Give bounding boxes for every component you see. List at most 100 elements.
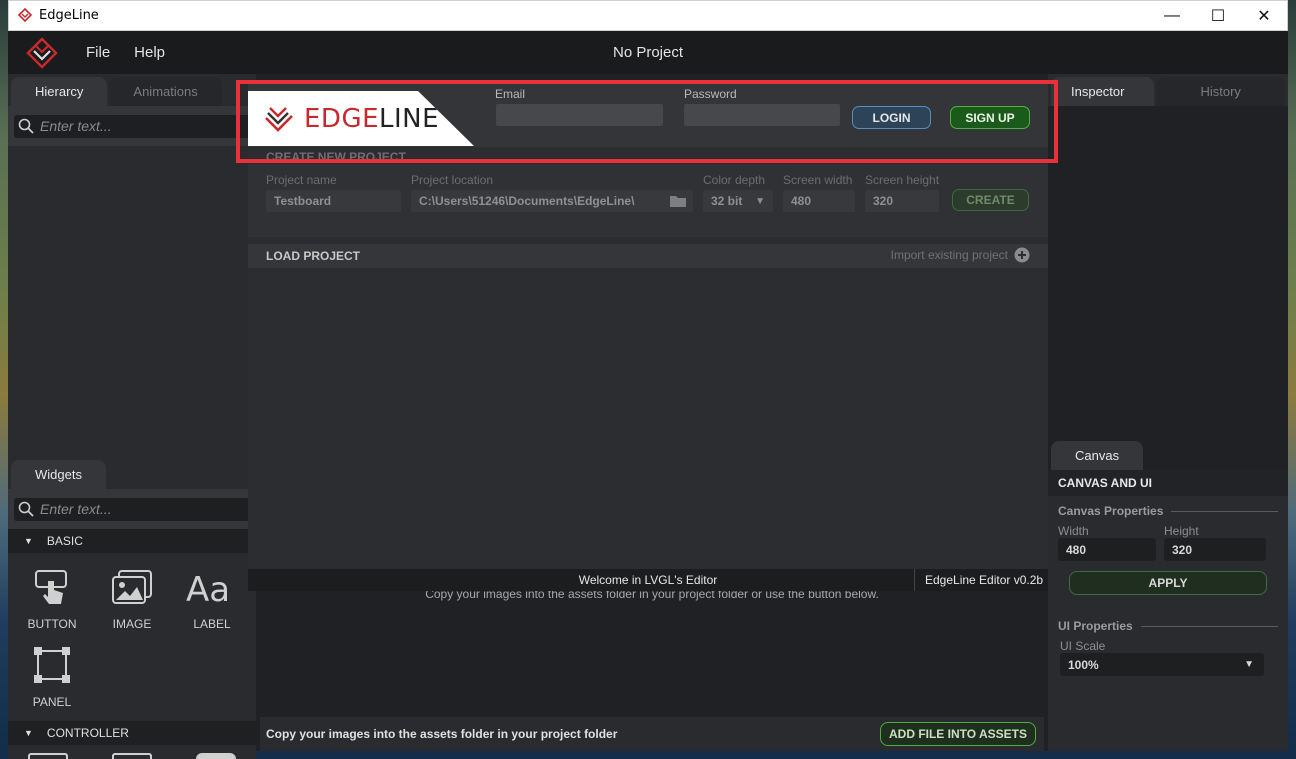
tab-animations[interactable]: Animations xyxy=(109,77,222,106)
widget-button-label: BUTTON xyxy=(27,617,77,631)
load-project-row: LOAD PROJECT Import existing project xyxy=(248,244,1048,268)
login-bar: EDGELINE Email Password LOGIN SIGN UP xyxy=(248,80,1048,147)
create-button[interactable]: CREATE xyxy=(952,189,1029,211)
tab-inspector[interactable]: Inspector xyxy=(1051,77,1155,106)
switch-widget-icon[interactable] xyxy=(196,753,236,759)
project-name-input[interactable]: Testboard xyxy=(266,190,401,212)
chevron-down-icon: ▼ xyxy=(1244,659,1254,670)
ui-properties-label: UI Properties xyxy=(1058,619,1133,633)
widget-image-label: IMAGE xyxy=(112,617,152,631)
svg-text:Aa: Aa xyxy=(186,570,230,607)
add-file-into-assets-button[interactable]: ADD FILE INTO ASSETS xyxy=(879,722,1036,746)
screen-width-label: Screen width xyxy=(783,173,853,187)
project-location-value: C:\Users\51246\Documents\EdgeLine\ xyxy=(419,194,635,208)
screen-width-input[interactable]: 480 xyxy=(783,190,855,212)
menu-help[interactable]: Help xyxy=(134,44,165,61)
height-field[interactable]: 320 xyxy=(1164,538,1266,561)
width-label: Width xyxy=(1058,524,1089,538)
ui-scale-select[interactable]: 100% ▼ xyxy=(1060,653,1264,676)
tab-hierarchy[interactable]: Hierarcy xyxy=(11,77,108,106)
basic-widget-grid: BUTTON IMAGE Aa LABEL PANEL xyxy=(8,553,256,721)
menu-file[interactable]: File xyxy=(86,44,110,61)
category-controller-label: CONTROLLER xyxy=(46,726,129,740)
color-depth-value: 32 bit xyxy=(711,194,743,208)
assets-panel: Copy your images into the assets folder … xyxy=(260,587,1044,751)
import-link-label: Import existing project xyxy=(890,248,1008,262)
triangle-down-icon: ▼ xyxy=(24,536,33,546)
checkbox-widget-icon[interactable] xyxy=(28,753,68,759)
canvas-properties-section: Canvas Properties xyxy=(1048,496,1288,520)
load-project-title: LOAD PROJECT xyxy=(266,249,361,263)
window-titlebar: EdgeLine — ☐ ✕ xyxy=(8,0,1288,31)
chevron-down-icon: ▼ xyxy=(755,195,765,207)
brand-line: LINE xyxy=(379,103,440,134)
project-name: No Project xyxy=(612,44,684,61)
canvas-tabbar: Canvas xyxy=(1048,440,1288,470)
password-label: Password xyxy=(684,87,737,101)
dropdown-widget-icon[interactable] xyxy=(112,753,152,759)
plus-circle-icon xyxy=(1014,247,1030,263)
edgeline-brand: EDGELINE xyxy=(248,91,474,146)
tab-history[interactable]: History xyxy=(1156,77,1285,106)
hierarchy-search-input[interactable]: Enter text... xyxy=(14,114,250,138)
width-field[interactable]: 480 xyxy=(1058,538,1156,561)
widget-panel[interactable]: PANEL xyxy=(12,637,92,715)
project-location-input[interactable]: C:\Users\51246\Documents\EdgeLine\ xyxy=(411,190,693,212)
maximize-button[interactable]: ☐ xyxy=(1195,1,1241,30)
window-title: EdgeLine xyxy=(39,8,99,23)
widgets-search-input[interactable]: Enter text... xyxy=(14,497,250,521)
tab-canvas[interactable]: Canvas xyxy=(1051,441,1144,470)
hierarchy-tree xyxy=(8,186,256,403)
widget-label[interactable]: Aa LABEL xyxy=(172,559,252,637)
project-dialog: EDGELINE Email Password LOGIN SIGN UP CR… xyxy=(248,80,1048,591)
text-aa-icon: Aa xyxy=(186,570,230,607)
hierarchy-tabbar: Hierarcy Animations xyxy=(8,74,256,106)
app-window: File Help No Project Hierarcy Animations… xyxy=(8,31,1288,759)
welcome-text: Welcome in LVGL's Editor xyxy=(578,573,718,587)
canvas-and-ui-header: CANVAS AND UI xyxy=(1048,470,1288,496)
widget-panel-label: PANEL xyxy=(32,695,72,709)
email-input[interactable] xyxy=(496,104,663,126)
ui-scale-value: 100% xyxy=(1068,657,1099,672)
login-button[interactable]: LOGIN xyxy=(852,106,931,129)
ui-scale-label: UI Scale xyxy=(1060,639,1106,653)
brand-edge: EDGE xyxy=(304,103,380,134)
color-depth-label: Color depth xyxy=(703,173,766,187)
folder-icon[interactable] xyxy=(669,194,687,208)
image-icon xyxy=(112,570,152,604)
right-panel: Inspector History Canvas CANVAS AND UI C… xyxy=(1048,74,1288,751)
assets-footer: Copy your images into the assets folder … xyxy=(260,717,1044,751)
menubar: File Help No Project xyxy=(8,31,1288,74)
hand-pointer-icon xyxy=(35,570,67,604)
color-depth-select[interactable]: 32 bit ▼ xyxy=(703,190,773,212)
screen-height-label: Screen height xyxy=(865,173,940,187)
widgets-search-row: Enter text... xyxy=(8,489,256,529)
canvas-properties-label: Canvas Properties xyxy=(1058,504,1164,518)
password-input[interactable] xyxy=(684,104,840,126)
height-label: Height xyxy=(1164,524,1199,538)
category-basic[interactable]: ▼ BASIC xyxy=(8,529,256,553)
apply-button[interactable]: APPLY xyxy=(1069,571,1267,595)
widgets-panel: Widgets Enter text... ▼ BASIC BUTTON IMA… xyxy=(8,457,256,759)
widget-image[interactable]: IMAGE xyxy=(92,559,172,637)
edgeline-logo xyxy=(26,36,58,69)
email-label: Email xyxy=(495,87,526,101)
minimize-button[interactable]: — xyxy=(1149,1,1195,30)
signup-button[interactable]: SIGN UP xyxy=(950,106,1030,129)
close-button[interactable]: ✕ xyxy=(1241,1,1287,30)
project-location-label: Project location xyxy=(411,173,494,187)
ui-properties-section: UI Properties xyxy=(1048,595,1288,635)
widget-button[interactable]: BUTTON xyxy=(12,559,92,637)
import-existing-project-link[interactable]: Import existing project xyxy=(891,247,1030,263)
widgets-tabbar: Widgets xyxy=(8,457,256,489)
category-controller[interactable]: ▼ CONTROLLER xyxy=(8,721,256,745)
controller-widget-row xyxy=(8,745,256,759)
widget-label-label: LABEL xyxy=(193,617,231,631)
category-basic-label: BASIC xyxy=(46,534,83,548)
screen-height-input[interactable]: 320 xyxy=(865,190,939,212)
triangle-down-icon: ▼ xyxy=(24,728,33,738)
hierarchy-search-placeholder: Enter text... xyxy=(40,118,112,134)
inspector-body xyxy=(1048,106,1288,464)
canvas-size-row: Width 480 Height 320 xyxy=(1048,520,1288,561)
tab-widgets[interactable]: Widgets xyxy=(11,460,106,489)
